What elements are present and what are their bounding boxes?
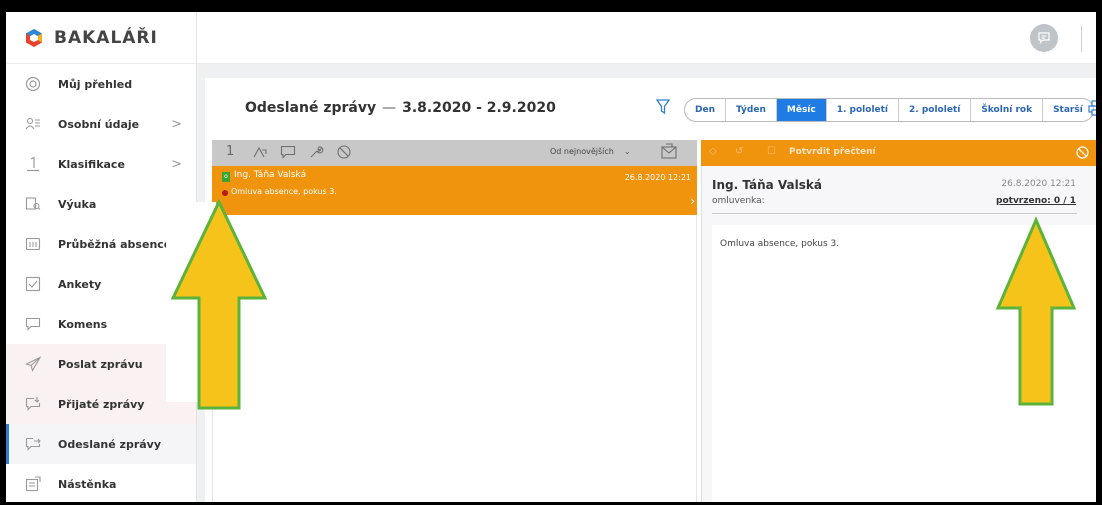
page-title: Odeslané zprávy — 3.8.2020 - 2.9.2020	[245, 100, 556, 116]
block-icon[interactable]	[1075, 145, 1090, 160]
sidebar-item-grades[interactable]: Klasifikace >	[6, 144, 196, 184]
block-icon[interactable]	[336, 144, 352, 160]
sidebar-item-overview[interactable]: Můj přehled	[6, 64, 196, 104]
message-list	[212, 215, 697, 502]
sort-dropdown[interactable]: Od nejnovějších ⌄	[550, 147, 631, 156]
komens-icon	[24, 315, 42, 333]
chevron-right-icon: ›	[690, 194, 695, 208]
period-day[interactable]: Den	[685, 99, 726, 121]
survey-icon	[24, 275, 42, 293]
sidebar-item-noticeboard[interactable]: Nástěnka	[6, 464, 196, 502]
message-date: 26.8.2020 12:21	[624, 173, 691, 182]
period-older[interactable]: Starší	[1043, 99, 1093, 121]
chat-icon	[1038, 32, 1050, 44]
new-message-icon[interactable]	[660, 143, 678, 161]
period-month[interactable]: Měsíc	[776, 99, 827, 121]
logo[interactable]: BAKALÁŘI	[6, 12, 196, 64]
reply-icon[interactable]	[252, 144, 268, 160]
sort-label: Od nejnovějších	[550, 147, 614, 156]
annotation-arrow-up-icon	[170, 198, 268, 410]
message-detail-toolbar: ◇ ↺ ☐ Potvrdit přečtení	[701, 140, 1096, 166]
period-school-year[interactable]: Školní rok	[971, 99, 1044, 121]
confirmed-count-link[interactable]: potvrzeno: 0 / 1	[996, 196, 1076, 206]
count-icon: 1	[226, 144, 235, 159]
sidebar-item-label: Výuka	[58, 197, 97, 211]
chevron-down-icon: ⌄	[623, 147, 631, 156]
sidebar-item-personal-data[interactable]: Osobní údaje >	[6, 104, 196, 144]
filter-icon[interactable]	[656, 98, 670, 116]
annotation-arrow-up-icon	[995, 216, 1077, 406]
logo-text: BAKALÁŘI	[54, 27, 158, 48]
detail-type-label: omluvenka:	[712, 196, 765, 206]
detail-sender: Ing. Táňa Valská	[712, 178, 822, 192]
print-icon[interactable]	[1088, 100, 1096, 116]
main-content: Odeslané zprávy — 3.8.2020 - 2.9.2020 Den …	[197, 64, 1096, 502]
grades-icon	[24, 155, 42, 173]
bakalari-logo-icon	[26, 28, 42, 47]
message-body-text: Omluva absence, pokus 3.	[720, 239, 840, 249]
sidebar-item-label: Přijaté zprávy	[58, 397, 145, 411]
message-sender: Ing. Táňa Valská	[234, 170, 307, 180]
personal-data-icon	[24, 115, 42, 133]
unread-dot	[222, 190, 228, 196]
message-snippet: Omluva absence, pokus 3.	[231, 187, 337, 196]
noticeboard-icon	[24, 475, 42, 493]
sidebar-item-label: Klasifikace	[58, 157, 125, 171]
message-type-badge: o	[222, 172, 230, 182]
reply-disabled-icon: ↺	[735, 146, 744, 157]
sidebar-item-label: Osobní údaje	[58, 117, 140, 131]
top-bar	[197, 12, 1096, 64]
messages-card: Odeslané zprávy — 3.8.2020 - 2.9.2020 Den …	[205, 78, 1096, 502]
period-selector: Den Týden Měsíc 1. pololetí 2. pololetí …	[684, 98, 1094, 122]
chat-button[interactable]	[1030, 24, 1058, 52]
title-dash: —	[382, 100, 397, 116]
sidebar-item-label: Odeslané zprávy	[58, 437, 162, 451]
divider	[712, 213, 1077, 214]
chevron-right-icon: >	[171, 116, 182, 132]
overview-icon	[24, 75, 42, 93]
sent-messages-icon	[24, 435, 42, 453]
send-message-icon	[24, 355, 42, 373]
sidebar-item-label: Ankety	[58, 277, 102, 291]
sidebar-item-label: Poslat zprávu	[58, 357, 143, 371]
teaching-icon	[24, 195, 42, 213]
sidebar-item-label: Komens	[58, 317, 108, 331]
divider	[1081, 26, 1082, 52]
detail-date: 26.8.2020 12:21	[1001, 179, 1076, 189]
sidebar-item-label: Můj přehled	[58, 77, 133, 91]
sidebar-item-label: Nástěnka	[58, 477, 117, 491]
checkbox-icon: ☐	[767, 146, 776, 157]
date-range: 3.8.2020 - 2.9.2020	[402, 100, 556, 116]
received-messages-icon	[24, 395, 42, 413]
period-second-semester[interactable]: 2. pololetí	[899, 99, 972, 121]
previous-icon[interactable]: ◇	[709, 146, 717, 157]
page-title-text: Odeslané zprávy	[245, 100, 377, 116]
sidebar-item-sent-messages[interactable]: Odeslané zprávy	[6, 424, 196, 464]
app-window: BAKALÁŘI Můj přehled Osobní údaje > Klas…	[6, 12, 1096, 502]
wrench-icon[interactable]	[308, 144, 324, 160]
message-list-item[interactable]: o Ing. Táňa Valská 26.8.2020 12:21 Omluv…	[212, 166, 697, 215]
chevron-right-icon: >	[171, 156, 182, 172]
confirm-read-button[interactable]: Potvrdit přečtení	[789, 147, 876, 157]
sidebar-item-label: Průběžná absence	[58, 237, 172, 251]
comment-icon[interactable]	[280, 144, 296, 160]
absence-icon	[24, 235, 42, 253]
period-first-semester[interactable]: 1. pololetí	[827, 99, 900, 121]
period-week[interactable]: Týden	[726, 99, 777, 121]
message-list-toolbar: 1 Od nejnovějších ⌄	[212, 140, 697, 166]
